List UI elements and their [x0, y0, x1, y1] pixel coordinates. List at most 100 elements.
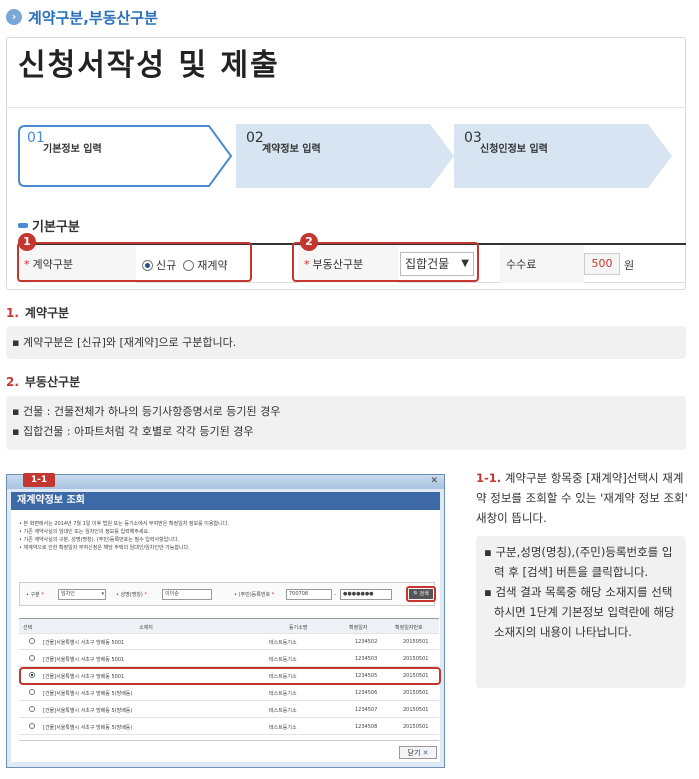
- step-2-label: 계약정보 입력: [262, 144, 321, 155]
- reg-back-input[interactable]: ●●●●●●●: [340, 589, 392, 600]
- window-titlebar: [7, 475, 444, 489]
- row-address: [건물]서울특별시 서초구 방배동 5001: [43, 640, 125, 646]
- row-date: 1234503: [355, 656, 378, 662]
- item-2-line-2: ▪ 집합건물 : 아파트처럼 각 호별로 각각 등기된 경우: [12, 425, 254, 438]
- footer-divider: [19, 740, 439, 741]
- row-address: [건물]서울특별시 서초구 방배동 5(방배동): [43, 708, 133, 714]
- row-radio[interactable]: [29, 723, 35, 729]
- table-row[interactable]: [건물]서울특별시 서초구 방배동 5(방배동) 테스트등기소 1234508 201…: [19, 719, 439, 735]
- col-number: 확정일자번호: [395, 625, 423, 631]
- note-line: • 기존 계약사실의 구분, 성명(명칭), (주민)등록번호는 필수 입력사항…: [19, 537, 180, 543]
- name-input[interactable]: 이이순: [162, 589, 212, 600]
- table-row[interactable]: [건물]서울특별시 서초구 방배동 5001 테스트등기소 1234502 20150…: [19, 634, 439, 650]
- divider: [7, 107, 685, 108]
- window-close-icon[interactable]: ✕: [430, 476, 438, 486]
- step-1-shape: [18, 125, 233, 187]
- col-select: 선택: [23, 625, 33, 631]
- table-header: 선택 소재지 등기소명 확정일자 확정일자번호: [19, 618, 439, 634]
- side-bullet-1: ▪ 구분,성명(명칭),(주민)등록번호를 입력 후 [검색] 버튼을 클릭합니…: [484, 545, 673, 579]
- row-address: [건물]서울특별시 서초구 방배동 5(방배동): [43, 725, 133, 731]
- fee-label: 수수료: [500, 245, 584, 283]
- fee-label-text: 수수료: [506, 258, 537, 271]
- name-label: • 성명(명칭) *: [116, 592, 147, 598]
- reg-label-text: (주민)등록번호: [238, 592, 271, 598]
- row-office: 테스트등기소: [269, 691, 297, 697]
- renewal-lookup-window: 1-1 ✕ 재계약정보 조회 • 본 화면에서는 2014년 7월 1일 이후 …: [6, 473, 445, 768]
- popup-body: • 본 화면에서는 2014년 7월 1일 이후 법원 또는 등기소에서 부여받…: [11, 510, 441, 762]
- side-intro: 1-1. 계약구분 항목중 [재계약]선택시 재계약 정보를 조회할 수 있는 …: [476, 468, 688, 528]
- search-button[interactable]: 🔍검색: [409, 589, 433, 599]
- fee-unit: 원: [624, 259, 635, 272]
- row-number: 20150501: [403, 656, 429, 662]
- step-2-shape: [236, 124, 454, 188]
- side-bullet-2-text: 검색 결과 목록중 해당 소재지를 선택하시면 1단계 기본정보 입력란에 해당…: [494, 585, 675, 639]
- row-radio[interactable]: [29, 706, 35, 712]
- side-bullets-box: ▪ 구분,성명(명칭),(주민)등록번호를 입력 후 [검색] 버튼을 클릭합니…: [476, 536, 686, 688]
- row-radio[interactable]: [29, 638, 35, 644]
- item-1-line: ▪ 계약구분은 [신규]와 [재계약]으로 구분합니다.: [12, 336, 237, 349]
- search-button-label: 검색: [419, 591, 429, 597]
- type-select-value: 임차인: [61, 591, 75, 597]
- side-intro-text: 계약구분 항목중 [재계약]선택시 재계약 정보를 조회할 수 있는 '재계약 …: [476, 471, 688, 525]
- row-date: 1234506: [355, 690, 378, 696]
- search-bar: • 구분 * 임차인 ▾ • 성명(명칭) * 이이순 • (주민)등록번호 * …: [19, 582, 436, 606]
- item-1-heading: 1. 계약구분: [6, 304, 69, 321]
- selected-row-highlight: [19, 667, 441, 685]
- close-icon: ✕: [422, 749, 429, 757]
- row-office: 테스트등기소: [269, 657, 297, 663]
- close-button-label: 닫기: [407, 749, 421, 757]
- note-line: • 본 화면에서는 2014년 7월 1일 이후 법원 또는 등기소에서 부여받…: [19, 521, 229, 527]
- col-address: 소재지: [139, 625, 153, 631]
- badge-2: 2: [300, 233, 318, 251]
- row-office: 테스트등기소: [269, 640, 297, 646]
- reg-front-input[interactable]: 700708: [286, 589, 332, 600]
- highlight-contract-type: [17, 242, 252, 282]
- item-2-title: 부동산구분: [24, 375, 81, 389]
- reg-dash: -: [334, 592, 336, 598]
- step-1[interactable]: 01 기본정보 입력: [17, 124, 235, 188]
- step-1-label: 기본정보 입력: [43, 144, 102, 155]
- table-row[interactable]: [건물]서울특별시 서초구 방배동 5(방배동) 테스트등기소 1234507 201…: [19, 702, 439, 718]
- item-2-number: 2.: [6, 375, 19, 389]
- side-bullets: ▪ 구분,성명(명칭),(주민)등록번호를 입력 후 [검색] 버튼을 클릭합니…: [484, 542, 680, 642]
- highlight-property-type: [292, 242, 479, 282]
- row-office: 테스트등기소: [269, 708, 297, 714]
- table-row[interactable]: [건물]서울특별시 서초구 방배동 5001 테스트등기소 1234503 20150…: [19, 651, 439, 667]
- caret-down-icon: ▾: [101, 591, 104, 597]
- side-bullet-2: ▪ 검색 결과 목록중 해당 소재지를 선택하시면 1단계 기본정보 입력란에 …: [484, 585, 675, 639]
- item-2-box: ▪ 건물 : 건물전체가 하나의 등기사항증명서로 등기된 경우 ▪ 집합건물 …: [6, 396, 686, 450]
- close-button[interactable]: 닫기 ✕: [399, 746, 437, 759]
- row-address: [건물]서울특별시 서초구 방배동 5(방배동): [43, 691, 133, 697]
- type-label-text: 구분: [30, 592, 40, 598]
- item-1-title: 계약구분: [24, 306, 70, 320]
- basic-heading-text: 기본구분: [32, 220, 80, 235]
- col-date: 확정일자: [349, 625, 368, 631]
- popup-notes: • 본 화면에서는 2014년 7월 1일 이후 법원 또는 등기소에서 부여받…: [19, 520, 435, 552]
- row-date: 1234507: [355, 707, 378, 713]
- row-number: 20150501: [403, 724, 429, 730]
- step-3-shape: [454, 124, 672, 188]
- row-address: [건물]서울특별시 서초구 방배동 5001: [43, 657, 125, 663]
- fee-value: 500: [584, 253, 620, 275]
- type-select[interactable]: 임차인 ▾: [58, 589, 106, 600]
- section-header: › 계약구분,부동산구분: [6, 6, 158, 28]
- col-office: 등기소명: [289, 625, 308, 631]
- row-radio[interactable]: [29, 655, 35, 661]
- note-line: • 기존 계약사실의 임대인 또는 임차인의 정보를 입력해주세요.: [19, 529, 150, 535]
- row-number: 20150501: [403, 690, 429, 696]
- heading-marker-icon: [18, 223, 28, 228]
- table-row[interactable]: [건물]서울특별시 서초구 방배동 5(방배동) 테스트등기소 1234506 201…: [19, 685, 439, 701]
- item-1-number: 1.: [6, 306, 19, 320]
- name-label-text: 성명(명칭): [120, 592, 143, 598]
- row-number: 20150501: [403, 639, 429, 645]
- side-intro-number: 1-1.: [476, 471, 502, 485]
- badge-1: 1: [18, 233, 36, 251]
- chevron-right-icon: ›: [6, 9, 22, 25]
- row-date: 1234502: [355, 639, 378, 645]
- step-2[interactable]: 02 계약정보 입력: [236, 124, 454, 188]
- page-title: 신청서작성 및 제출: [18, 48, 280, 83]
- reg-label: • (주민)등록번호 *: [234, 592, 275, 598]
- row-radio[interactable]: [29, 689, 35, 695]
- step-3[interactable]: 03 신청인정보 입력: [454, 124, 672, 188]
- side-bullet-1-text: 구분,성명(명칭),(주민)등록번호를 입력 후 [검색] 버튼을 클릭합니다.: [494, 545, 673, 579]
